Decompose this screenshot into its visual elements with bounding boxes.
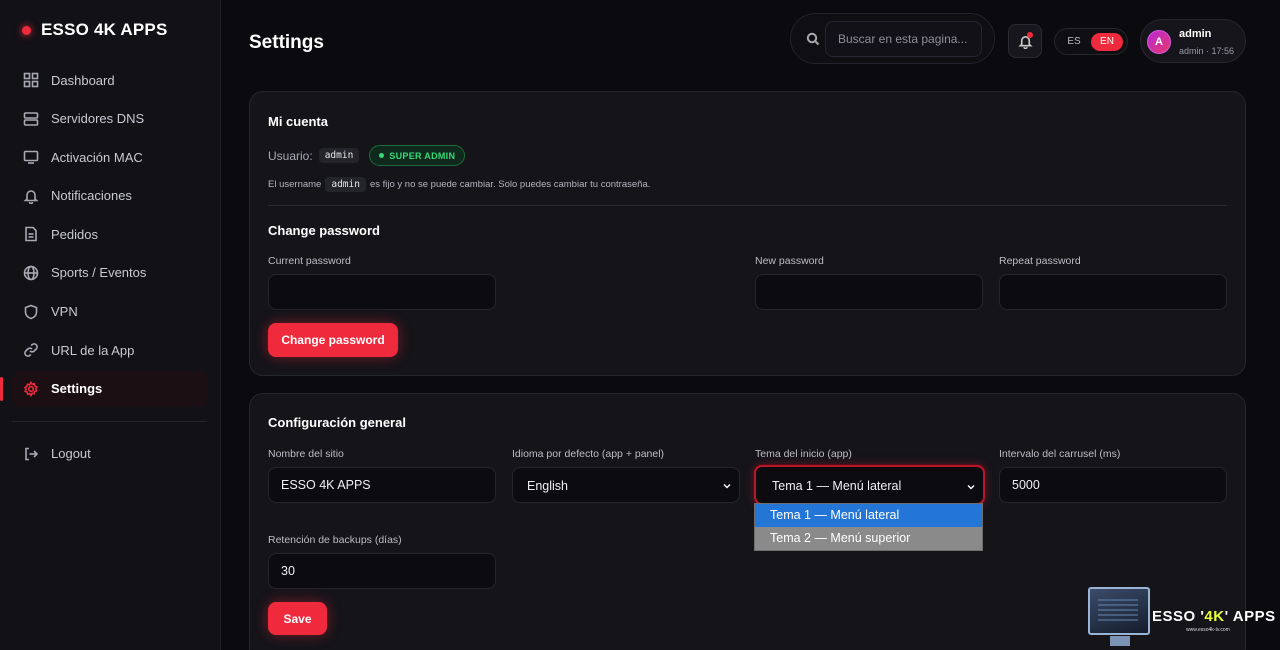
- promo-url: www.esso4k-tv.com: [1186, 627, 1230, 633]
- notifications-button[interactable]: [1008, 24, 1042, 58]
- server-icon: [23, 111, 39, 126]
- site-name-label: Nombre del sitio: [268, 448, 344, 460]
- status-dot-icon: [379, 153, 385, 158]
- search-input[interactable]: [825, 21, 982, 57]
- password-title: Change password: [268, 223, 380, 238]
- monitor-illustration-icon: [1088, 587, 1150, 635]
- gear-icon: [23, 380, 38, 397]
- chevron-down-icon: [967, 485, 975, 490]
- language-toggle: ES EN: [1054, 28, 1128, 55]
- note-username-chip: admin: [325, 177, 366, 192]
- promo-text-prefix: ESSO ': [1152, 608, 1205, 625]
- sidebar-nav: Dashboard Servidores DNS Activación MAC …: [0, 62, 207, 474]
- role-badge-label: SUPER ADMIN: [389, 150, 456, 161]
- monitor-icon: [23, 150, 39, 164]
- sidebar-item-label: Dashboard: [51, 72, 115, 88]
- link-icon: [24, 343, 38, 358]
- sidebar-item-url-app[interactable]: URL de la App: [12, 332, 207, 368]
- theme-label: Tema del inicio (app): [755, 448, 852, 460]
- sidebar-item-label: VPN: [51, 304, 78, 320]
- sidebar-item-label: Sports / Eventos: [51, 265, 147, 281]
- save-button[interactable]: Save: [268, 602, 327, 635]
- username-chip: admin: [318, 148, 360, 163]
- account-title: Mi cuenta: [268, 114, 328, 129]
- chevron-down-icon: [723, 484, 731, 489]
- user-name: admin: [1179, 28, 1212, 40]
- theme-select-value: Tema 1 — Menú lateral: [772, 479, 902, 493]
- promo-text: ESSO '4K' APPS: [1152, 608, 1276, 625]
- usuario-label: Usuario:: [268, 148, 313, 163]
- new-password-label: New password: [755, 255, 824, 267]
- general-title: Configuración general: [268, 415, 406, 430]
- note-suffix: es fijo y no se puede cambiar. Solo pued…: [369, 179, 651, 190]
- repeat-password-label: Repeat password: [999, 255, 1081, 267]
- promo-text-suffix: ' APPS: [1224, 608, 1276, 625]
- user-meta: admin · 17:56: [1179, 46, 1235, 56]
- lang-en-button[interactable]: EN: [1091, 33, 1123, 51]
- sidebar-item-label: Logout: [51, 446, 91, 462]
- promo-text-highlight: 4K: [1204, 608, 1225, 625]
- new-password-field[interactable]: [755, 274, 983, 310]
- usuario-row: Usuario: admin SUPER ADMIN: [268, 145, 466, 166]
- role-badge: SUPER ADMIN: [369, 145, 466, 166]
- bell-icon: [23, 189, 39, 204]
- sidebar-item-servidores-dns[interactable]: Servidores DNS: [12, 101, 207, 137]
- theme-option[interactable]: Tema 1 — Menú lateral: [755, 504, 982, 527]
- promo-logo: ESSO '4K' APPS www.esso4k-tv.com: [1086, 586, 1280, 650]
- sidebar-item-label: Servidores DNS: [51, 111, 145, 127]
- sidebar-item-label: URL de la App: [51, 342, 135, 358]
- language-select[interactable]: English: [512, 467, 740, 503]
- brand-dot-icon: [22, 25, 31, 35]
- theme-dropdown-list: Tema 1 — Menú lateral Tema 2 — Menú supe…: [754, 503, 983, 551]
- brand[interactable]: ESSO 4K APPS: [22, 20, 167, 40]
- change-password-button[interactable]: Change password: [268, 323, 398, 357]
- repeat-password-field[interactable]: [999, 274, 1227, 310]
- carousel-label: Intervalo del carrusel (ms): [999, 448, 1121, 460]
- shield-icon: [24, 304, 38, 319]
- account-card: Mi cuenta Usuario: admin SUPER ADMIN El …: [249, 91, 1246, 376]
- username-note: El username admin es fijo y no se puede …: [268, 177, 650, 192]
- language-label: Idioma por defecto (app + panel): [512, 448, 665, 460]
- logout-icon: [25, 447, 39, 461]
- sidebar-item-logout[interactable]: Logout: [12, 436, 207, 472]
- search-icon: [806, 32, 820, 46]
- monitor-stand: [1110, 636, 1130, 646]
- current-password-label: Current password: [268, 255, 351, 267]
- search-box: [790, 13, 995, 64]
- sidebar: ESSO 4K APPS Dashboard Servidores DNS Ac…: [0, 0, 221, 650]
- sidebar-item-label: Pedidos: [51, 226, 98, 242]
- user-menu[interactable]: A admin admin · 17:56: [1140, 19, 1246, 63]
- carousel-interval-field[interactable]: [999, 467, 1227, 503]
- section-divider: [268, 205, 1227, 206]
- lang-es-button[interactable]: ES: [1062, 33, 1086, 51]
- notification-dot: [1027, 32, 1033, 38]
- note-prefix: El username: [268, 179, 322, 190]
- backup-retention-field[interactable]: [268, 553, 496, 589]
- document-icon: [25, 227, 37, 242]
- dashboard-icon: [23, 72, 39, 88]
- site-name-field[interactable]: [268, 467, 496, 503]
- sidebar-item-settings[interactable]: Settings: [0, 370, 207, 407]
- theme-option[interactable]: Tema 2 — Menú superior: [755, 527, 982, 550]
- sidebar-item-label: Settings: [51, 381, 103, 397]
- globe-icon: [23, 265, 39, 281]
- theme-select[interactable]: Tema 1 — Menú lateral: [754, 465, 985, 505]
- backup-label: Retención de backups (días): [268, 534, 402, 546]
- sidebar-item-pedidos[interactable]: Pedidos: [12, 216, 207, 252]
- sidebar-item-vpn[interactable]: VPN: [12, 294, 207, 330]
- sidebar-item-label: Notificaciones: [51, 188, 132, 204]
- sidebar-item-notificaciones[interactable]: Notificaciones: [12, 178, 207, 214]
- sidebar-item-sports-eventos[interactable]: Sports / Eventos: [12, 255, 207, 291]
- brand-title: ESSO 4K APPS: [41, 20, 168, 39]
- sidebar-item-dashboard[interactable]: Dashboard: [12, 62, 207, 98]
- page-title: Settings: [249, 32, 324, 53]
- sidebar-item-label: Activación MAC: [51, 149, 143, 165]
- current-password-field[interactable]: [268, 274, 496, 310]
- language-select-value: English: [527, 479, 568, 493]
- sidebar-item-activacion-mac[interactable]: Activación MAC: [12, 139, 207, 175]
- avatar: A: [1147, 30, 1171, 54]
- sidebar-divider: [12, 420, 207, 422]
